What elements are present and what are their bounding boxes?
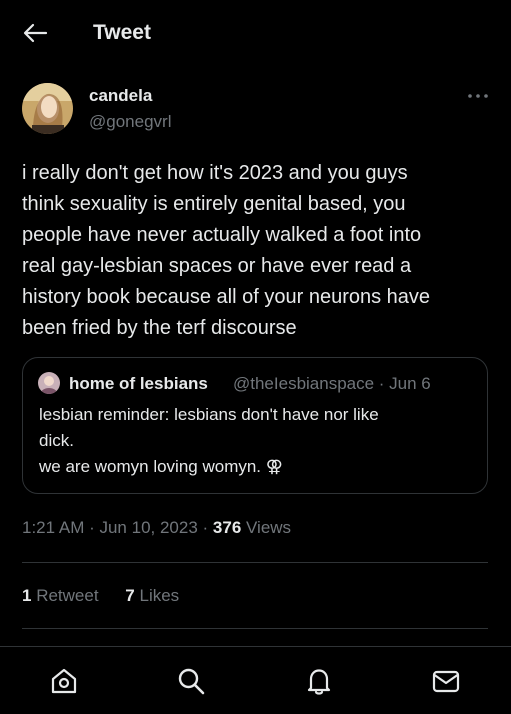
avatar[interactable] (22, 83, 73, 134)
views-count: 376 (212, 518, 242, 537)
page-title: Tweet (93, 21, 151, 44)
mail-icon[interactable] (430, 665, 462, 697)
tweet-meta: 1:21 AM · Jun 10, 2023 · 376 Views (22, 518, 291, 538)
tweet-text: i really don't get how it's 2023 and you… (22, 162, 431, 339)
views-label: Views (241, 518, 292, 537)
home-icon[interactable] (48, 665, 80, 697)
author-name[interactable]: candela (89, 86, 152, 106)
search-icon[interactable] (175, 665, 207, 697)
likes-label: Likes (134, 586, 180, 605)
top-bar: Tweet (0, 0, 511, 66)
bottom-navigation (0, 646, 511, 714)
likes-count: 7 (125, 586, 135, 605)
quoted-tweet[interactable]: home of lesbians @theIesbianspace · Jun … (22, 357, 488, 494)
author-handle[interactable]: @gonegvrl (89, 112, 171, 132)
retweets-label: Retweet (31, 586, 99, 605)
quote-handle-date: @theIesbianspace · Jun 6 (233, 374, 431, 393)
more-horizontal-icon[interactable] (466, 86, 490, 106)
bell-icon[interactable] (303, 665, 335, 697)
divider (22, 628, 488, 629)
engagement-stats: 1 Retweet 7 Likes (22, 586, 201, 606)
divider (22, 562, 488, 563)
likes-stat[interactable]: 7 Likes (125, 586, 179, 606)
arrow-left-icon[interactable] (22, 22, 48, 44)
quote-author-name: home of lesbians (69, 374, 208, 393)
tweet-timestamp[interactable]: 1:21 AM · Jun 10, 2023 · (22, 518, 213, 537)
quote-text: lesbian reminder: lesbians don't have no… (39, 405, 379, 476)
retweets-stat[interactable]: 1 Retweet (22, 586, 99, 606)
quote-avatar (38, 372, 60, 394)
